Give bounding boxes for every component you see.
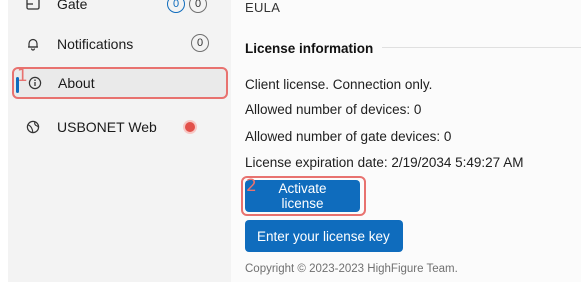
- allowed-devices-text: Allowed number of devices: 0: [245, 102, 422, 117]
- sidebar-item-label: Gate: [57, 0, 88, 12]
- gate-count-badge-secondary: 0: [189, 0, 207, 13]
- bell-icon: [25, 36, 41, 52]
- sidebar-item-label: USBONET Web: [57, 119, 157, 135]
- allowed-gate-devices-text: Allowed number of gate devices: 0: [245, 129, 452, 144]
- sidebar-item-label: Notifications: [57, 36, 134, 52]
- globe-icon: [25, 119, 41, 135]
- info-icon: [27, 75, 43, 91]
- gate-icon: [25, 0, 41, 12]
- gate-count-badge: 0: [167, 0, 185, 13]
- enter-license-key-button[interactable]: Enter your license key: [245, 220, 403, 252]
- sidebar-item-usbonet-web[interactable]: USBONET Web: [11, 111, 226, 143]
- sidebar-item-gate[interactable]: Gate 0 0: [11, 0, 226, 20]
- annotation-marker-2: 2: [246, 176, 257, 196]
- notifications-count-badge: 0: [191, 34, 209, 52]
- license-expiration-text: License expiration date: 2/19/2034 5:49:…: [245, 155, 524, 170]
- sidebar-item-about[interactable]: About: [12, 67, 228, 99]
- status-dot: [185, 122, 195, 132]
- client-license-text: Client license. Connection only.: [245, 77, 433, 92]
- section-title: License information: [245, 41, 374, 56]
- sidebar-item-label: About: [58, 75, 95, 91]
- eula-link[interactable]: EULA: [245, 0, 280, 15]
- sidebar: Gate 0 0 Notifications 0 About USBONET W…: [8, 0, 231, 282]
- annotation-marker-1: 1: [17, 66, 28, 86]
- copyright-text: Copyright © 2023-2023 HighFigure Team.: [245, 263, 458, 275]
- main-content: EULA License information Client license.…: [231, 0, 581, 282]
- sidebar-item-notifications[interactable]: Notifications 0: [11, 28, 226, 60]
- section-divider: [382, 47, 581, 48]
- activate-license-button[interactable]: Activate license: [245, 180, 360, 212]
